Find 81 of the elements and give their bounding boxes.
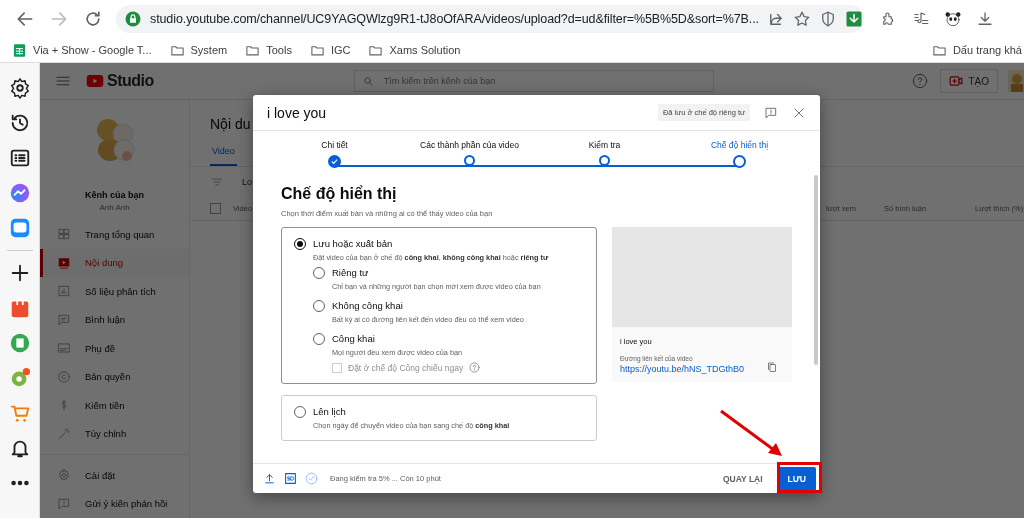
page-title: Nội du [210, 116, 251, 132]
search-icon [362, 75, 374, 87]
reload-icon[interactable] [83, 9, 103, 29]
check-circle-icon [305, 472, 318, 485]
note-icon[interactable] [8, 332, 31, 354]
step-label[interactable]: Chế độ hiển thị [710, 140, 769, 150]
bookmark[interactable]: Dấu trang khá [929, 40, 1024, 60]
create-button[interactable]: TẠO [940, 69, 998, 93]
bookmark[interactable]: System [167, 40, 230, 60]
save-button[interactable]: LƯU [777, 466, 816, 491]
annotation-arrow [718, 408, 784, 458]
back-button[interactable]: QUAY LẠI [718, 469, 767, 488]
nav-item[interactable]: Kiếm tiền [40, 391, 189, 420]
radio-button[interactable] [313, 333, 325, 345]
sd-icon [284, 472, 297, 485]
video-icon [57, 255, 71, 270]
star-icon[interactable] [792, 10, 811, 28]
copy-icon[interactable] [766, 360, 778, 374]
video-link[interactable]: https://youtu.be/hNS_TDGthB0 [620, 364, 766, 374]
feedback-icon[interactable] [764, 105, 778, 120]
section-heading: Chế độ hiển thị [281, 185, 398, 203]
radio-button[interactable] [294, 406, 306, 418]
checkbox-label: Đặt ở chế độ Công chiếu ngay [348, 362, 464, 373]
dashboard-icon [57, 227, 71, 242]
nav-item[interactable]: Bản quyền [40, 362, 189, 391]
subtitles-icon [57, 341, 71, 356]
nav-item[interactable]: Tùy chỉnh [40, 419, 189, 448]
step-label[interactable]: Các thành phần của video [420, 140, 519, 150]
messenger-icon[interactable] [8, 182, 31, 204]
url-text: studio.youtube.com/channel/UC9YAGQWlzg9R1-tJ8oOfARA/videos/upload?d=ud&filter=%5B%5D&sort=%7B... [150, 12, 759, 26]
bookmark[interactable]: Xams Solution [366, 40, 463, 60]
step-label[interactable]: Kiểm tra [588, 140, 621, 150]
dialog-title: i love you [267, 104, 327, 121]
checkbox[interactable] [210, 203, 221, 214]
wand-icon [57, 426, 71, 441]
bookmark[interactable]: Via + Show - Google T... [10, 40, 154, 60]
bookmark[interactable]: Tools [243, 40, 294, 60]
copyright-icon [57, 369, 71, 384]
help-icon[interactable] [912, 73, 929, 89]
option-label: Công khai [332, 333, 376, 345]
sheet-icon [12, 42, 27, 58]
chart-icon [57, 284, 71, 299]
tab[interactable]: Video [210, 146, 237, 166]
lock-icon [124, 10, 142, 28]
radio-button[interactable] [294, 238, 306, 250]
play-logo-icon [86, 72, 104, 90]
help-icon[interactable] [469, 362, 481, 373]
upload-icon [263, 472, 276, 485]
settings-icon[interactable] [8, 77, 31, 99]
nav-item[interactable]: Cài đặt [40, 461, 189, 490]
nav-item[interactable]: Bình luận [40, 305, 189, 334]
filter-field[interactable]: Lo [242, 177, 252, 187]
address-bar[interactable]: studio.youtube.com/channel/UC9YAGQWlzg9R1-tJ8oOfARA/videos/upload?d=ud&filter=%5B%5D&sort=%7B... [116, 5, 864, 33]
download-icon[interactable] [976, 10, 994, 28]
radio-button[interactable] [313, 267, 325, 279]
panda-icon[interactable] [944, 10, 962, 28]
option-label: Lưu hoặc xuất bản [313, 238, 394, 250]
comment-icon [57, 312, 71, 327]
chat-app-icon[interactable] [8, 217, 31, 239]
back-icon[interactable] [15, 9, 35, 29]
channel-title: Kênh của bạn [85, 190, 144, 200]
settings-icon [57, 468, 71, 483]
feedback-icon [57, 496, 71, 511]
nav-item[interactable]: Gửi ý kiến phản hồi [40, 489, 189, 518]
nav-item[interactable]: Trang tổng quan [40, 220, 189, 249]
radio-button[interactable] [313, 300, 325, 312]
option-label: Lên lịch [313, 406, 347, 418]
download-icon[interactable] [844, 10, 863, 28]
list-icon[interactable] [8, 147, 31, 169]
nav-item[interactable]: Phụ đề [40, 334, 189, 363]
logo-text: Studio [107, 72, 154, 90]
scrollbar[interactable] [814, 175, 818, 365]
highlight-frame [777, 462, 822, 493]
option-label: Không công khai [332, 300, 404, 312]
option-label: Riêng tư [332, 267, 370, 279]
nav-item[interactable]: Số liệu phân tích [40, 277, 189, 306]
step-label[interactable]: Chi tiết [321, 140, 348, 150]
close-icon[interactable] [792, 105, 806, 120]
channel-name: Anh Anh [99, 203, 130, 212]
camera-icon [949, 74, 964, 88]
bookmark[interactable]: IGC [307, 40, 353, 60]
